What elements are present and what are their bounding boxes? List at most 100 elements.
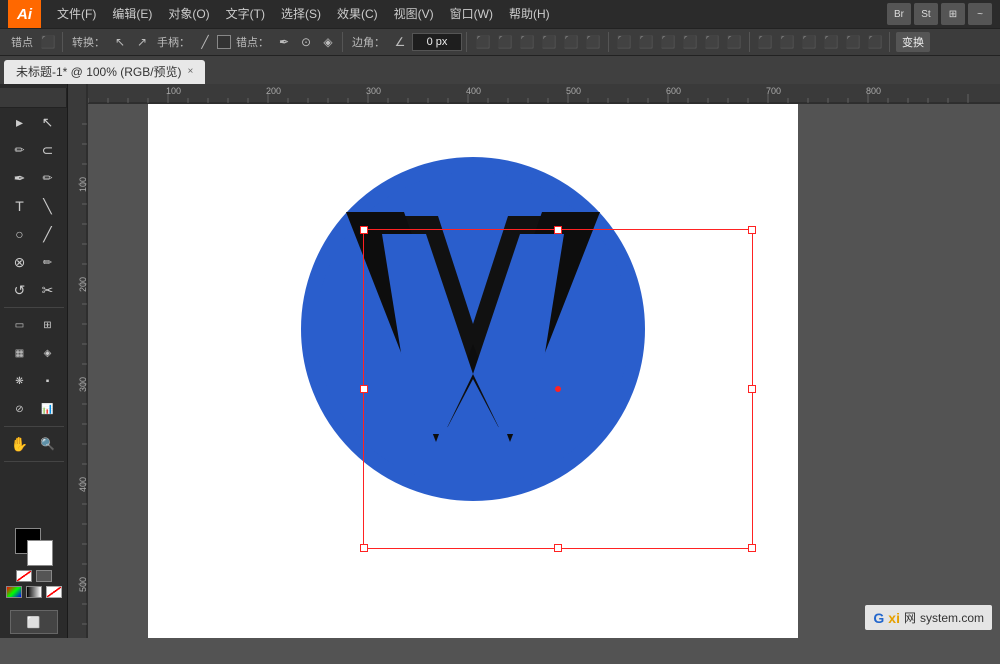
anchor-smooth-icon[interactable]: ◈ [318, 32, 338, 52]
tool-row-4: T ╲ [0, 192, 67, 220]
hand-tool[interactable]: ✋ [6, 430, 34, 458]
canvas-area[interactable]: 100 200 300 400 500 600 700 800 [68, 84, 1000, 638]
rotate-tool-icon[interactable]: ↗ [132, 32, 152, 52]
menu-window[interactable]: 窗口(W) [442, 0, 501, 28]
distribute-4-icon[interactable]: ⬛ [680, 32, 700, 52]
ruler-top: 100 200 300 400 500 600 700 800 [68, 84, 1000, 104]
bars-1-icon[interactable]: ⬛ [755, 32, 775, 52]
anchor-label: 错点 [8, 34, 36, 50]
bars-3-icon[interactable]: ⬛ [799, 32, 819, 52]
column-tool[interactable]: ▪ [34, 367, 62, 395]
arrow-tool[interactable]: ▸ [6, 108, 34, 136]
rotate-tool[interactable]: ⊗ [6, 248, 34, 276]
screen-mode-button[interactable]: ⬜ [10, 610, 58, 634]
bezier-tool[interactable]: ✒ [6, 164, 34, 192]
align-group: ⬛ ⬛ ⬛ ⬛ ⬛ ⬛ ⬛ ⬛ ⬛ ⬛ ⬛ ⬛ ⬛ ⬛ ⬛ ⬛ ⬛ ⬛ [469, 32, 890, 52]
undo-tool[interactable]: ↺ [6, 276, 34, 304]
mesh-tool[interactable]: ⊞ [34, 311, 62, 339]
align-left-icon[interactable]: ⬛ [473, 32, 493, 52]
bars-6-icon[interactable]: ⬛ [865, 32, 885, 52]
distribute-v-icon[interactable]: ⬛ [636, 32, 656, 52]
gradient-mode-swatch[interactable] [26, 586, 42, 598]
transform-btn-group: 变换 [892, 32, 934, 52]
bars-2-icon[interactable]: ⬛ [777, 32, 797, 52]
rect-tool[interactable]: ▭ [6, 311, 34, 339]
distribute-5-icon[interactable]: ⬛ [702, 32, 722, 52]
menu-object[interactable]: 对象(O) [160, 0, 217, 28]
align-center-v-icon[interactable]: ⬛ [561, 32, 581, 52]
menu-view[interactable]: 视图(V) [386, 0, 442, 28]
background-swatch[interactable] [27, 540, 53, 566]
menu-file[interactable]: 文件(F) [49, 0, 104, 28]
ruler-corner [0, 88, 67, 108]
ellipse-tool[interactable]: ○ [6, 220, 34, 248]
tool-row-6: ⊗ ✏ [0, 248, 67, 276]
align-right-icon[interactable]: ⬛ [517, 32, 537, 52]
anchor-group: 错点 ⬛ [4, 32, 63, 52]
select-tool[interactable]: ↖ [34, 108, 62, 136]
tool-row-1: ▸ ↖ [0, 108, 67, 136]
transform-group: 转换： ↖ ↗ 手柄： ╱ 错点： ✒ ⊙ ◈ [65, 32, 343, 52]
menu-edit[interactable]: 编辑(E) [104, 0, 160, 28]
svg-text:500: 500 [566, 86, 581, 96]
swap-swatch[interactable] [36, 570, 52, 582]
tool-row-7: ↺ ✂ [0, 276, 67, 304]
blend-tool[interactable]: ◈ [34, 339, 62, 367]
zoom-tool[interactable]: 🔍 [34, 430, 62, 458]
symbol-tool[interactable]: ❋ [6, 367, 34, 395]
gradient-tool[interactable]: ▦ [6, 339, 34, 367]
grid-icon[interactable]: ⊞ [941, 3, 965, 25]
logo-graphic-main [278, 134, 668, 524]
distribute-3-icon[interactable]: ⬛ [658, 32, 678, 52]
anchor-pen-icon[interactable]: ✒ [274, 32, 294, 52]
pen-tool[interactable]: ✏ [6, 136, 34, 164]
tool-row-8: ▭ ⊞ [0, 311, 67, 339]
anchor-adjust-icon[interactable]: ⊙ [296, 32, 316, 52]
transform-button[interactable]: 变换 [896, 32, 930, 52]
scissors-tool[interactable]: ✂ [34, 276, 62, 304]
color-mode-swatch[interactable] [6, 586, 22, 598]
svg-text:400: 400 [78, 477, 88, 492]
tool-separator-1 [4, 307, 64, 308]
menu-select[interactable]: 选择(S) [273, 0, 329, 28]
handle-icon-1[interactable]: ╱ [195, 32, 215, 52]
align-top-icon[interactable]: ⬛ [539, 32, 559, 52]
distribute-h-icon[interactable]: ⬛ [614, 32, 634, 52]
svg-text:300: 300 [78, 377, 88, 392]
chart-tool[interactable]: 📊 [34, 395, 62, 423]
none-swatch[interactable] [16, 570, 32, 582]
svg-text:700: 700 [766, 86, 781, 96]
sep-2 [749, 32, 750, 52]
pencil-tool[interactable]: ✏ [34, 164, 62, 192]
edge-angle-icon[interactable]: ∠ [390, 32, 410, 52]
edge-value-input[interactable] [412, 33, 462, 51]
stock-icon[interactable]: St [914, 3, 938, 25]
select-tool-icon[interactable]: ↖ [110, 32, 130, 52]
bars-5-icon[interactable]: ⬛ [843, 32, 863, 52]
document-tab[interactable]: 未标题-1* @ 100% (RGB/预览) × [4, 60, 205, 84]
svg-text:800: 800 [866, 86, 881, 96]
none-mode-swatch[interactable] [46, 586, 62, 598]
device-icon[interactable]: ~ [968, 3, 992, 25]
slash-tool[interactable]: ╱ [34, 220, 62, 248]
type-tool[interactable]: T [6, 192, 34, 220]
tool-row-11: ⊘ 📊 [0, 395, 67, 423]
bars-4-icon[interactable]: ⬛ [821, 32, 841, 52]
watermark: G xi 网 system.com [865, 605, 992, 630]
eyedropper-tool[interactable]: ⊘ [6, 395, 34, 423]
menu-help[interactable]: 帮助(H) [501, 0, 558, 28]
bridge-icon[interactable]: Br [887, 3, 911, 25]
tab-close-button[interactable]: × [188, 60, 194, 84]
handle-icon-2[interactable] [217, 35, 231, 49]
brush-tool[interactable]: ✏ [34, 248, 62, 276]
align-bottom-icon[interactable]: ⬛ [583, 32, 603, 52]
tool-row-12: ✋ 🔍 [0, 430, 67, 458]
anchor-icon-1[interactable]: ⬛ [38, 32, 58, 52]
distribute-6-icon[interactable]: ⬛ [724, 32, 744, 52]
menu-text[interactable]: 文字(T) [218, 0, 273, 28]
align-center-h-icon[interactable]: ⬛ [495, 32, 515, 52]
watermark-g: G [873, 610, 884, 626]
menu-effect[interactable]: 效果(C) [329, 0, 386, 28]
lasso-tool[interactable]: ⊂ [34, 136, 62, 164]
line-tool[interactable]: ╲ [34, 192, 62, 220]
